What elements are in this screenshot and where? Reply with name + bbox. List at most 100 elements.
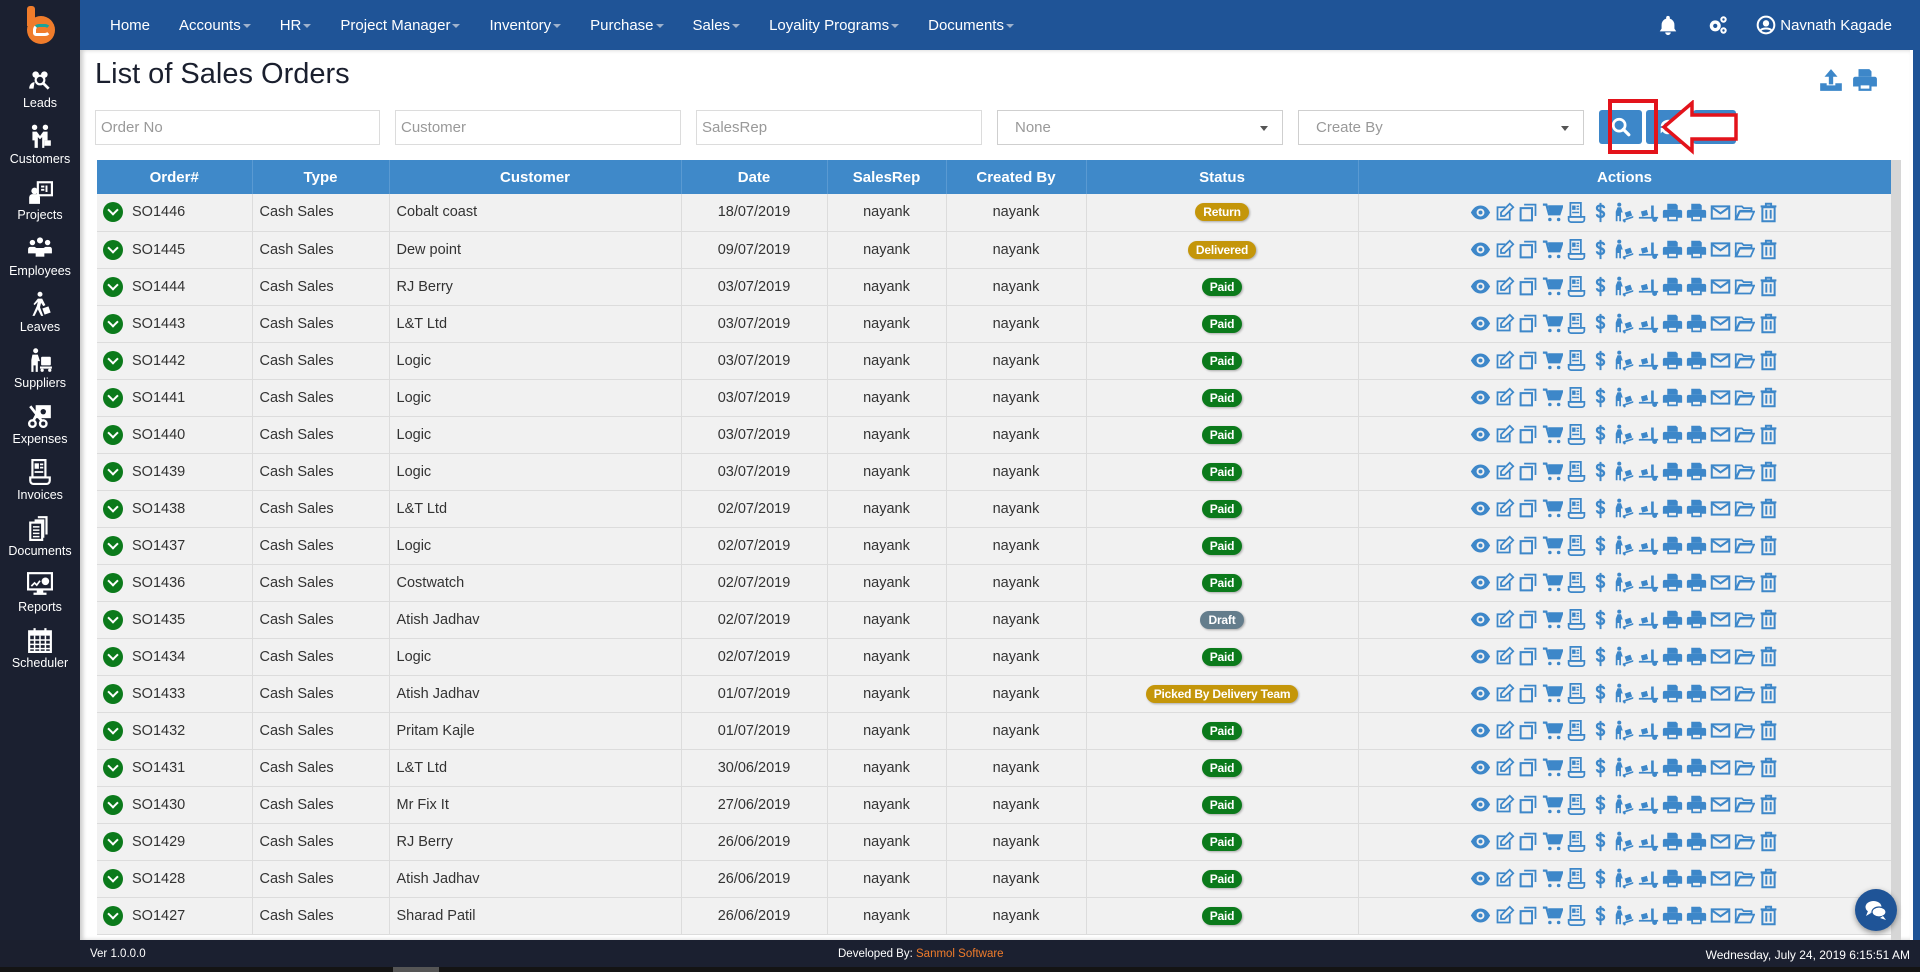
nav-item-project-manager[interactable]: Project Manager	[340, 17, 461, 34]
edit-icon[interactable]	[1494, 609, 1516, 631]
edit-icon[interactable]	[1494, 313, 1516, 335]
print-icon[interactable]	[1662, 313, 1684, 335]
cart-icon[interactable]	[1542, 646, 1564, 668]
check-circle-icon[interactable]	[103, 535, 123, 556]
trash-icon[interactable]	[1758, 831, 1780, 853]
email-icon[interactable]	[1710, 239, 1732, 261]
dollar-icon[interactable]	[1590, 424, 1612, 446]
page-scrollbar[interactable]	[1910, 50, 1920, 940]
copy-icon[interactable]	[1518, 387, 1540, 409]
check-circle-icon[interactable]	[103, 276, 123, 297]
receipt-icon[interactable]	[1566, 276, 1588, 298]
table-row[interactable]: SO1446 Cash Sales Cobalt coast 18/07/2019 na…	[97, 194, 1892, 232]
dolly-icon[interactable]	[1614, 683, 1636, 705]
column-header-actions[interactable]: Actions	[1358, 160, 1892, 194]
folder-open-icon[interactable]	[1734, 276, 1756, 298]
cart-icon[interactable]	[1542, 794, 1564, 816]
order-number[interactable]: SO1441	[132, 389, 185, 405]
table-row[interactable]: SO1439 Cash Sales Logic 03/07/2019 nayank nay…	[97, 453, 1892, 491]
dollar-icon[interactable]	[1590, 646, 1612, 668]
order-number[interactable]: SO1442	[132, 352, 185, 368]
folder-open-icon[interactable]	[1734, 535, 1756, 557]
truck-loading-icon[interactable]	[1638, 313, 1660, 335]
order-number[interactable]: SO1436	[132, 574, 185, 590]
print-icon[interactable]	[1662, 905, 1684, 927]
check-circle-icon[interactable]	[103, 646, 123, 667]
email-icon[interactable]	[1710, 572, 1732, 594]
nav-item-loyality-programs[interactable]: Loyality Programs	[769, 17, 900, 34]
check-circle-icon[interactable]	[103, 239, 123, 260]
dolly-icon[interactable]	[1614, 757, 1636, 779]
copy-icon[interactable]	[1518, 461, 1540, 483]
edit-icon[interactable]	[1494, 720, 1516, 742]
salesrep-input[interactable]	[696, 110, 982, 145]
table-row[interactable]: SO1428 Cash Sales Atish Jadhav 26/06/2019 na…	[97, 860, 1892, 898]
folder-open-icon[interactable]	[1734, 424, 1756, 446]
print-alt-icon[interactable]	[1686, 239, 1708, 261]
folder-open-icon[interactable]	[1734, 720, 1756, 742]
table-row[interactable]: SO1431 Cash Sales L&T Ltd 30/06/2019 nayank n…	[97, 749, 1892, 787]
receipt-icon[interactable]	[1566, 572, 1588, 594]
print-icon[interactable]	[1662, 683, 1684, 705]
cart-icon[interactable]	[1542, 498, 1564, 520]
email-icon[interactable]	[1710, 609, 1732, 631]
receipt-icon[interactable]	[1566, 831, 1588, 853]
check-circle-icon[interactable]	[103, 720, 123, 741]
status-select[interactable]: None	[997, 110, 1283, 145]
view-eye-icon[interactable]	[1470, 498, 1492, 520]
print-alt-icon[interactable]	[1686, 794, 1708, 816]
view-eye-icon[interactable]	[1470, 905, 1492, 927]
print-alt-icon[interactable]	[1686, 276, 1708, 298]
trash-icon[interactable]	[1758, 720, 1780, 742]
edit-icon[interactable]	[1494, 794, 1516, 816]
dollar-icon[interactable]	[1590, 905, 1612, 927]
app-logo[interactable]	[0, 0, 80, 50]
truck-loading-icon[interactable]	[1638, 794, 1660, 816]
order-number[interactable]: SO1428	[132, 870, 185, 886]
print-alt-icon[interactable]	[1686, 572, 1708, 594]
copy-icon[interactable]	[1518, 683, 1540, 705]
receipt-icon[interactable]	[1566, 461, 1588, 483]
sidebar-item-leads[interactable]: Leads	[0, 62, 80, 118]
copy-icon[interactable]	[1518, 313, 1540, 335]
email-icon[interactable]	[1710, 276, 1732, 298]
view-eye-icon[interactable]	[1470, 201, 1492, 223]
truck-loading-icon[interactable]	[1638, 350, 1660, 372]
dolly-icon[interactable]	[1614, 461, 1636, 483]
trash-icon[interactable]	[1758, 350, 1780, 372]
folder-open-icon[interactable]	[1734, 498, 1756, 520]
search-button[interactable]	[1599, 110, 1642, 144]
copy-icon[interactable]	[1518, 757, 1540, 779]
cart-icon[interactable]	[1542, 239, 1564, 261]
receipt-icon[interactable]	[1566, 350, 1588, 372]
cart-icon[interactable]	[1542, 720, 1564, 742]
folder-open-icon[interactable]	[1734, 387, 1756, 409]
dolly-icon[interactable]	[1614, 387, 1636, 409]
email-icon[interactable]	[1710, 683, 1732, 705]
edit-icon[interactable]	[1494, 572, 1516, 594]
dolly-icon[interactable]	[1614, 572, 1636, 594]
view-eye-icon[interactable]	[1470, 424, 1492, 446]
column-header-customer[interactable]: Customer	[389, 160, 682, 194]
order-number[interactable]: SO1433	[132, 685, 185, 701]
dolly-icon[interactable]	[1614, 498, 1636, 520]
print-alt-icon[interactable]	[1686, 683, 1708, 705]
email-icon[interactable]	[1710, 868, 1732, 890]
copy-icon[interactable]	[1518, 350, 1540, 372]
receipt-icon[interactable]	[1566, 757, 1588, 779]
nav-item-accounts[interactable]: Accounts	[179, 17, 251, 34]
order-number[interactable]: SO1438	[132, 500, 185, 516]
edit-icon[interactable]	[1494, 683, 1516, 705]
dolly-icon[interactable]	[1614, 239, 1636, 261]
cart-icon[interactable]	[1542, 313, 1564, 335]
truck-loading-icon[interactable]	[1638, 387, 1660, 409]
export-upload-icon[interactable]	[1818, 67, 1844, 93]
table-row[interactable]: SO1437 Cash Sales Logic 02/07/2019 nayank nay…	[97, 527, 1892, 565]
dollar-icon[interactable]	[1590, 683, 1612, 705]
check-circle-icon[interactable]	[103, 387, 123, 408]
dolly-icon[interactable]	[1614, 831, 1636, 853]
edit-icon[interactable]	[1494, 831, 1516, 853]
dollar-icon[interactable]	[1590, 276, 1612, 298]
order-number[interactable]: SO1439	[132, 463, 185, 479]
column-header-created-by[interactable]: Created By	[946, 160, 1087, 194]
